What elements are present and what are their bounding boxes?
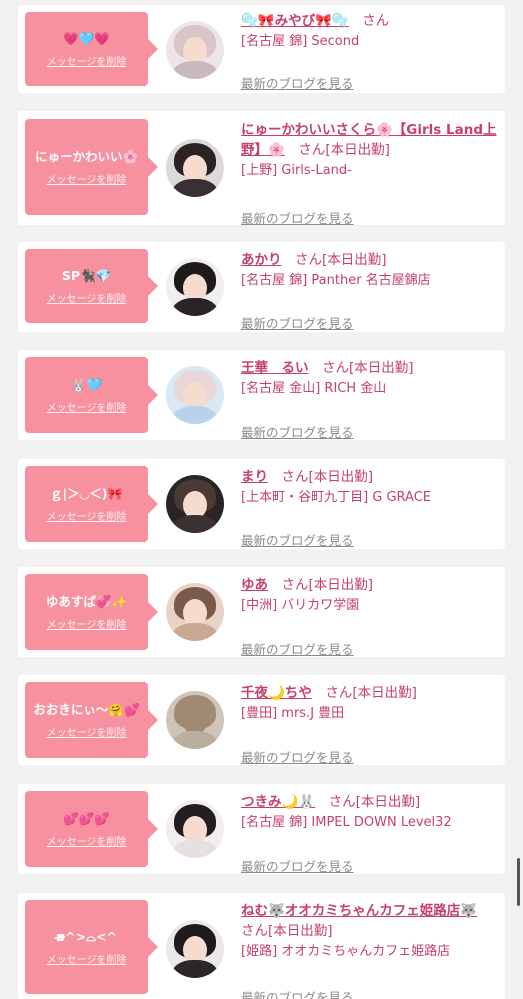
latest-blog-link[interactable]: 最新のブログを見る xyxy=(241,422,354,441)
honorific: さん xyxy=(325,685,353,701)
message-card: ゆあすぱ💞✨ メッセージを削除 ゆあ さん[本日出勤] [中洲] バリカワ学園 … xyxy=(18,567,505,657)
message-bubble: 💗🩵💗 メッセージを削除 xyxy=(25,12,158,86)
message-bubble: ｇ|＞◡＜)🎀 メッセージを削除 xyxy=(25,466,158,542)
message-bubble: ʚ̴̶̷^>⌓<^ メッセージを削除 xyxy=(25,900,158,994)
cast-name-link[interactable]: あかり xyxy=(241,252,282,268)
message-card: にゅーかわいい🌸 メッセージを削除 にゅーかわいいさくら🌸【Girls Land… xyxy=(18,111,505,227)
avatar[interactable] xyxy=(166,583,224,641)
avatar[interactable] xyxy=(166,258,224,316)
delete-message-link[interactable]: メッセージを削除 xyxy=(47,508,127,523)
message-text: ゆあすぱ💞✨ xyxy=(45,594,128,609)
message-text: 🐰🩵 xyxy=(70,377,103,392)
delete-message-link[interactable]: メッセージを削除 xyxy=(47,724,127,739)
message-bubble: おおきにぃ〜🤗💕 メッセージを削除 xyxy=(25,682,158,758)
cast-name-link[interactable]: 🫧🎀みやび🎀🫧 xyxy=(241,13,349,29)
message-text: にゅーかわいい🌸 xyxy=(34,149,139,164)
message-text: ʚ̴̶̷^>⌓<^ xyxy=(56,929,117,944)
latest-blog-link[interactable]: 最新のブログを見る xyxy=(241,530,354,549)
message-card: ʚ̴̶̷^>⌓<^ メッセージを削除 ねむ🐺オオカミちゃんカフェ姫路店🐺 さん[… xyxy=(18,893,505,999)
honorific: さん xyxy=(241,923,268,939)
status-badge: [本日出勤] xyxy=(352,685,417,701)
status-badge: [本日出勤] xyxy=(308,469,374,485)
message-card: 💕💕💕 メッセージを削除 つきみ🌙🐰 さん[本日出勤] [名古屋 錦] IMPE… xyxy=(18,784,505,874)
message-card: 🐰🩵 メッセージを削除 王華 るい さん[本日出勤] [名古屋 金山] RICH… xyxy=(18,350,505,440)
honorific: さん xyxy=(281,469,309,485)
message-bubble: 🐰🩵 メッセージを削除 xyxy=(25,357,158,433)
cast-name-link[interactable]: つきみ🌙🐰 xyxy=(241,794,315,810)
delete-message-link[interactable]: メッセージを削除 xyxy=(47,53,127,68)
shop-info: [名古屋 錦] Panther 名古屋錦店 xyxy=(241,273,431,288)
message-bubble: 💕💕💕 メッセージを削除 xyxy=(25,791,158,867)
message-text: ｇ|＞◡＜)🎀 xyxy=(50,486,123,501)
status-badge: [本日出勤] xyxy=(325,142,390,158)
shop-info: [名古屋 錦] Second xyxy=(241,34,360,49)
latest-blog-link[interactable]: 最新のブログを見る xyxy=(241,639,354,658)
honorific: さん xyxy=(362,13,390,29)
message-bubble: にゅーかわいい🌸 メッセージを削除 xyxy=(25,119,158,215)
status-badge: [本日出勤] xyxy=(308,577,374,593)
latest-blog-link[interactable]: 最新のブログを見る xyxy=(241,208,354,227)
cast-name-link[interactable]: 王華 るい xyxy=(241,360,309,376)
cast-name-link[interactable]: 千夜🌙ちや xyxy=(241,685,312,701)
avatar[interactable] xyxy=(166,691,224,749)
latest-blog-link[interactable]: 最新のブログを見る xyxy=(241,747,354,766)
delete-message-link[interactable]: メッセージを削除 xyxy=(47,171,127,186)
cast-name-link[interactable]: まり xyxy=(241,469,268,485)
message-bubble: ゆあすぱ💞✨ メッセージを削除 xyxy=(25,574,158,650)
shop-info: [中洲] バリカワ学園 xyxy=(241,598,360,613)
status-badge: [本日出勤] xyxy=(349,360,414,376)
message-text: おおきにぃ〜🤗💕 xyxy=(33,702,140,717)
message-card: おおきにぃ〜🤗💕 メッセージを削除 千夜🌙ちや さん[本日出勤] [豊田] mr… xyxy=(18,675,505,765)
shop-info: [上本町・谷町九丁目] G GRACE xyxy=(241,490,432,505)
honorific: さん xyxy=(328,794,356,810)
delete-message-link[interactable]: メッセージを削除 xyxy=(47,616,127,631)
delete-message-link[interactable]: メッセージを削除 xyxy=(47,399,127,414)
shop-info: [姫路] オオカミちゃんカフェ姫路店 xyxy=(241,944,451,959)
avatar[interactable] xyxy=(166,139,224,197)
status-badge: [本日出勤] xyxy=(322,252,387,268)
status-badge: [本日出勤] xyxy=(268,923,333,939)
avatar[interactable] xyxy=(166,21,224,79)
message-text: 💗🩵💗 xyxy=(63,31,110,46)
avatar[interactable] xyxy=(166,800,224,858)
message-bubble: SP🐈‍⬛💎 メッセージを削除 xyxy=(25,249,158,323)
latest-blog-link[interactable]: 最新のブログを見る xyxy=(241,313,354,332)
message-card: SP🐈‍⬛💎 メッセージを削除 あかり さん[本日出勤] [名古屋 錦] Pan… xyxy=(18,242,505,332)
cast-name-link[interactable]: ゆあ xyxy=(241,577,268,593)
honorific: さん xyxy=(298,142,326,158)
shop-info: [名古屋 錦] IMPEL DOWN Level32 xyxy=(241,815,452,830)
delete-message-link[interactable]: メッセージを削除 xyxy=(47,290,127,305)
shop-info: [上野] Girls-Land- xyxy=(241,163,352,178)
latest-blog-link[interactable]: 最新のブログを見る xyxy=(241,856,354,875)
latest-blog-link[interactable]: 最新のブログを見る xyxy=(241,987,354,999)
honorific: さん xyxy=(295,252,322,268)
latest-blog-link[interactable]: 最新のブログを見る xyxy=(241,73,354,92)
message-card: 💗🩵💗 メッセージを削除 🫧🎀みやび🎀🫧 さん [名古屋 錦] Second 最… xyxy=(18,5,505,93)
honorific: さん xyxy=(322,360,349,376)
message-card: ｇ|＞◡＜)🎀 メッセージを削除 まり さん[本日出勤] [上本町・谷町九丁目]… xyxy=(18,459,505,549)
shop-info: [名古屋 金山] RICH 金山 xyxy=(241,381,387,396)
avatar[interactable] xyxy=(166,475,224,533)
scrollbar[interactable] xyxy=(517,858,520,906)
honorific: さん xyxy=(281,577,309,593)
cast-name-link[interactable]: ねむ🐺オオカミちゃんカフェ姫路店🐺 xyxy=(241,903,477,919)
delete-message-link[interactable]: メッセージを削除 xyxy=(47,951,127,966)
message-text: SP🐈‍⬛💎 xyxy=(61,268,112,283)
delete-message-link[interactable]: メッセージを削除 xyxy=(47,833,127,848)
message-text: 💕💕💕 xyxy=(63,811,110,826)
shop-info: [豊田] mrs.J 豊田 xyxy=(241,706,345,721)
avatar[interactable] xyxy=(166,920,224,978)
status-badge: [本日出勤] xyxy=(355,794,421,810)
avatar[interactable] xyxy=(166,366,224,424)
